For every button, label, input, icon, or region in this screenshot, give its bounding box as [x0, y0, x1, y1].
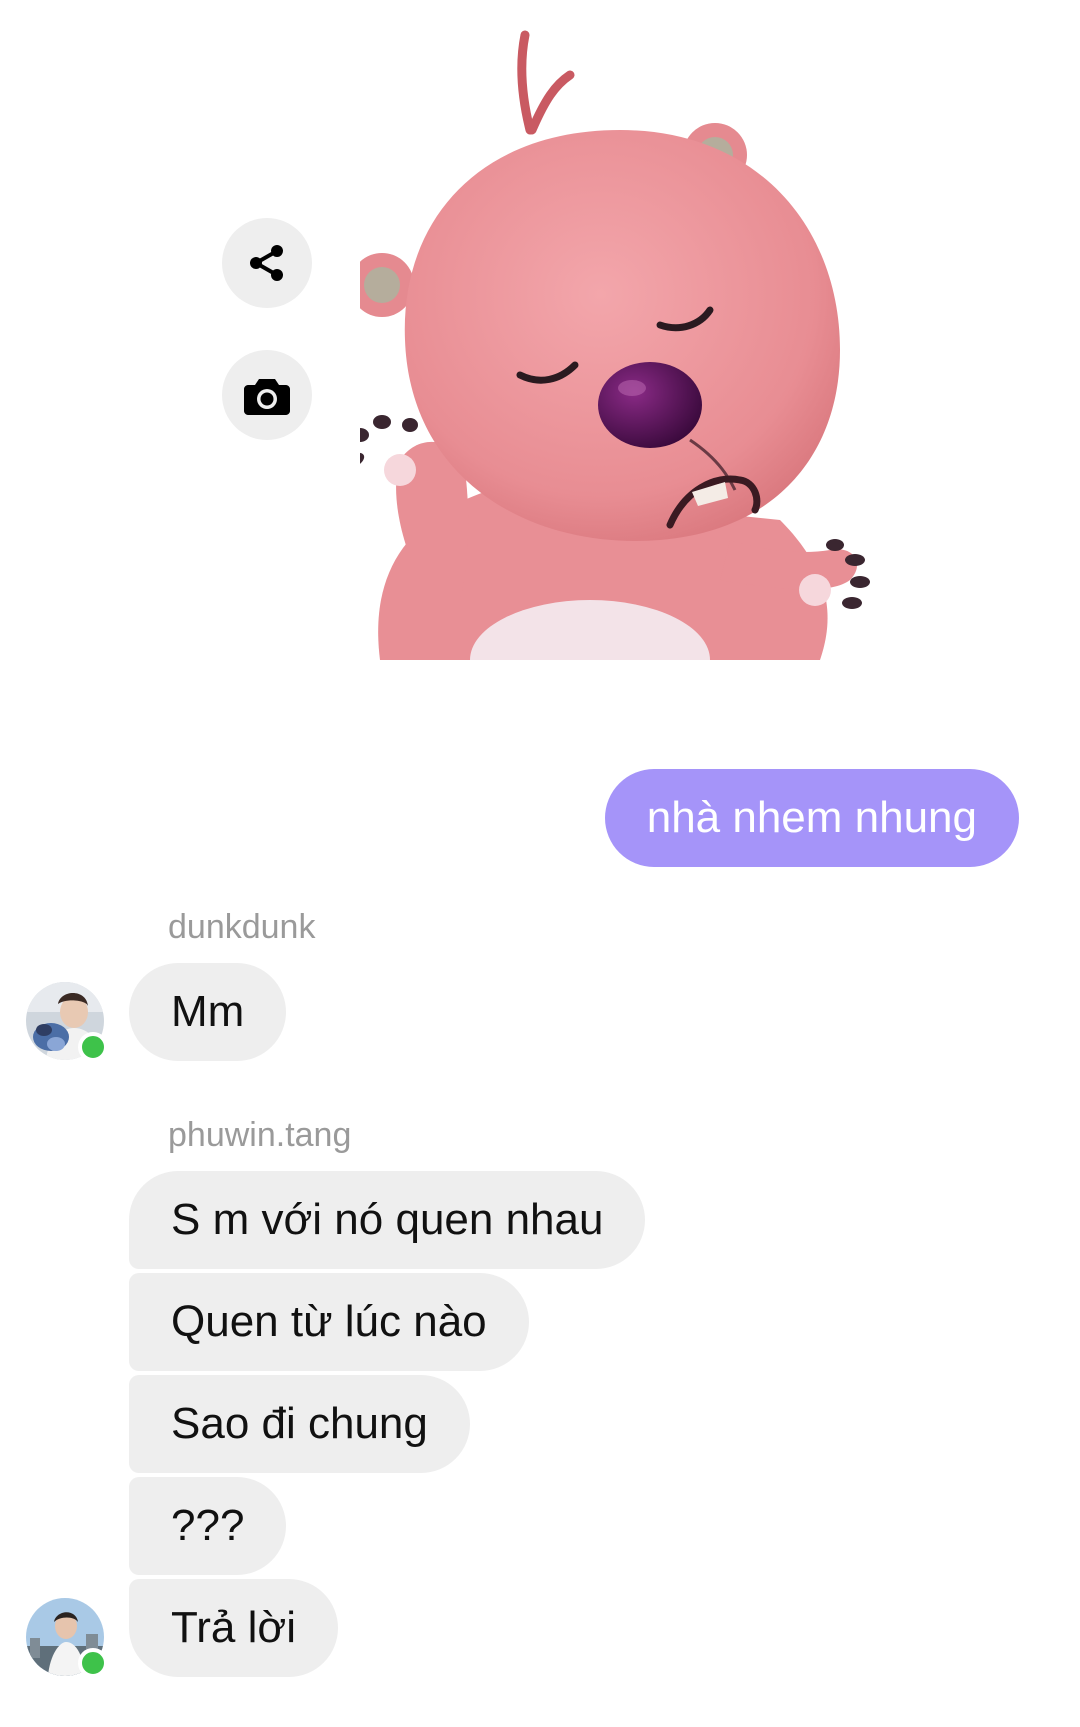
sender-name: dunkdunk — [168, 908, 316, 946]
incoming-message-bubble[interactable]: Sao đi chung — [129, 1375, 470, 1473]
incoming-message-bubble[interactable]: Quen từ lúc nào — [129, 1273, 529, 1371]
incoming-message-bubble[interactable]: Trả lời — [129, 1579, 338, 1677]
camera-button[interactable] — [222, 350, 312, 440]
avatar[interactable] — [26, 982, 108, 1062]
incoming-message-bubble[interactable]: ??? — [129, 1477, 287, 1575]
outgoing-message-bubble[interactable]: nhà nhem nhung — [604, 769, 1019, 867]
share-button[interactable] — [222, 218, 312, 308]
chat-thread: nhà nhem nhung dunkdunk Mm phuwin.tang S… — [0, 0, 1080, 1727]
online-status-dot — [78, 1648, 108, 1678]
incoming-message-bubble[interactable]: S m với nó quen nhau — [129, 1171, 646, 1269]
camera-icon — [244, 379, 290, 415]
sender-name: phuwin.tang — [168, 1116, 352, 1154]
avatar[interactable] — [26, 1598, 108, 1678]
share-icon — [250, 245, 283, 281]
online-status-dot — [78, 1032, 108, 1062]
incoming-message-bubble[interactable]: Mm — [129, 963, 287, 1061]
pink-beaver-sticker[interactable] — [360, 20, 960, 670]
sticker-image — [360, 30, 870, 660]
